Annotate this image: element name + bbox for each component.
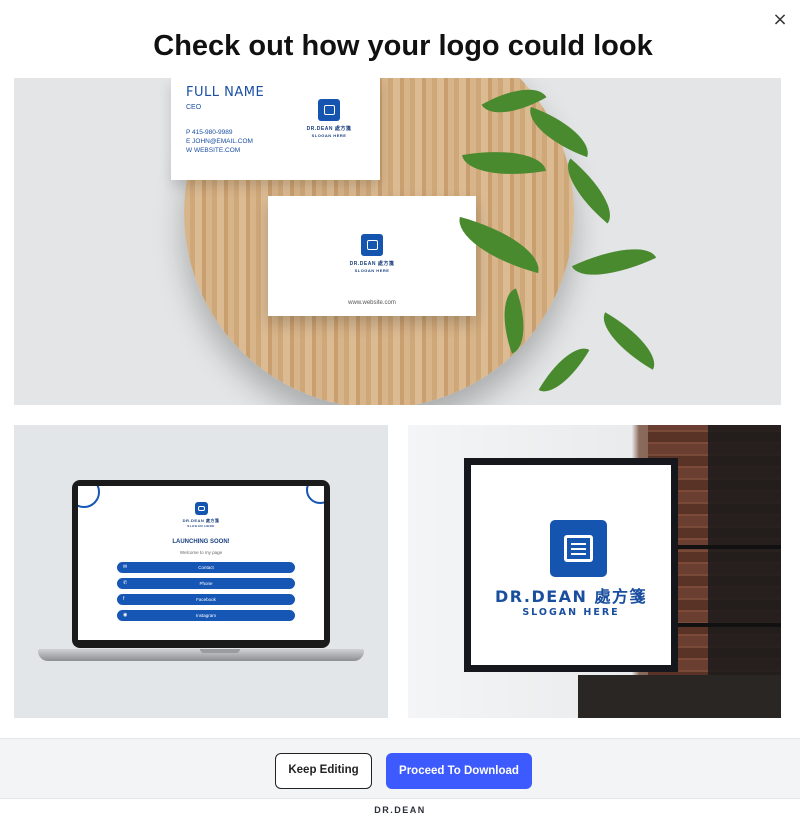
card-role: CEO	[186, 104, 202, 111]
card-email: E JOHN@EMAIL.COM	[186, 138, 253, 145]
landing-page-preview: DR.DEAN 處方箋 SLOGAN HERE LAUNCHING SOON! …	[78, 486, 324, 640]
card-brand: DR.DEAN 處方箋	[306, 126, 352, 132]
decor-circle-icon	[78, 486, 100, 508]
sign-slogan: SLOGAN HERE	[522, 607, 620, 618]
laptop-mockup: DR.DEAN 處方箋 SLOGAN HERE LAUNCHING SOON! …	[14, 425, 388, 718]
business-card-mockup: FULL NAME CEO P 415-980-9989 E JOHN@EMAI…	[14, 78, 781, 405]
card-back-slogan: SLOGAN HERE	[354, 268, 390, 273]
signboard-mockup: DR.DEAN 處方箋 SLOGAN HERE	[408, 425, 781, 718]
close-icon[interactable]: ×	[770, 10, 790, 30]
card-slogan: SLOGAN HERE	[311, 133, 347, 138]
sign-board: DR.DEAN 處方箋 SLOGAN HERE	[464, 458, 678, 672]
laptop-screen: DR.DEAN 處方箋 SLOGAN HERE LAUNCHING SOON! …	[72, 480, 330, 648]
brand-bar: DR.DEAN	[0, 798, 800, 823]
proceed-to-download-button[interactable]: Proceed To Download	[386, 753, 532, 789]
business-card-back: DR.DEAN 處方箋 SLOGAN HERE www.website.com	[268, 196, 476, 316]
business-card-front: FULL NAME CEO P 415-980-9989 E JOHN@EMAI…	[171, 78, 380, 180]
dialog-title: Check out how your logo could look	[153, 30, 653, 62]
card-back-logo-icon	[361, 234, 383, 256]
laptop-link-facebook: f Facebook	[117, 594, 295, 605]
laptop-link-phone: ✆ Phone	[117, 578, 295, 589]
laptop-subheadline: Welcome to my page	[179, 550, 223, 555]
storefront-image	[578, 675, 781, 718]
action-bar: Keep Editing Proceed To Download	[0, 738, 800, 799]
decor-circle-icon	[306, 486, 324, 504]
sign-logo-icon	[550, 520, 607, 577]
card-website: W WEBSITE.COM	[186, 147, 241, 154]
laptop-link-instagram: ◉ Instagram	[117, 610, 295, 621]
keep-editing-button[interactable]: Keep Editing	[275, 753, 372, 789]
laptop-base	[38, 649, 364, 661]
laptop-slogan: SLOGAN HERE	[187, 524, 215, 528]
card-contact: P 415-980-9989 E JOHN@EMAIL.COM W WEBSIT…	[186, 128, 253, 155]
card-back-website: www.website.com	[348, 300, 396, 306]
laptop-headline: LAUNCHING SOON!	[172, 539, 230, 545]
sign-brand: DR.DEAN 處方箋	[494, 587, 648, 606]
sign-bracket	[678, 623, 781, 627]
card-phone: P 415-980-9989	[186, 129, 233, 136]
laptop-logo-icon	[195, 502, 208, 515]
card-back-brand: DR.DEAN 處方箋	[349, 261, 395, 267]
card-logo-icon	[318, 99, 340, 121]
laptop-link-contact: ✉ Contact	[117, 562, 295, 573]
card-full-name: FULL NAME	[186, 85, 265, 100]
brand-logo: DR.DEAN	[374, 805, 426, 815]
sign-bracket	[678, 545, 781, 549]
